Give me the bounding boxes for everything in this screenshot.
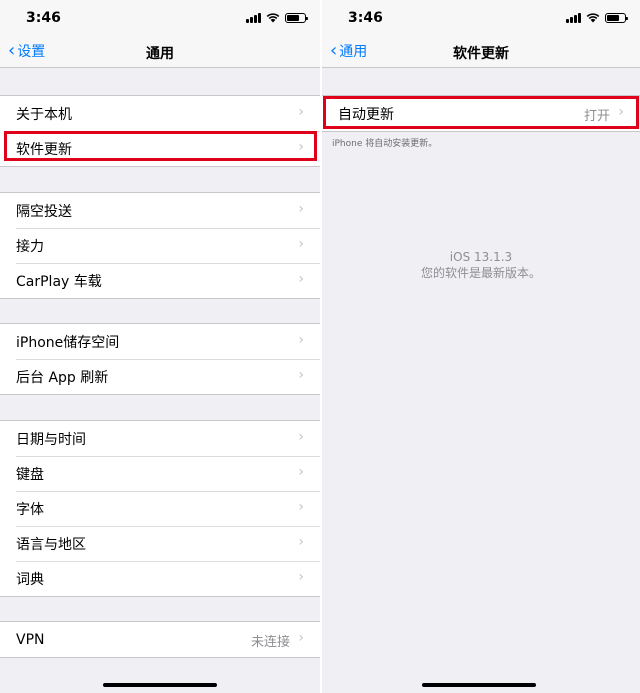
row-label: 语言与地区 bbox=[16, 536, 86, 553]
settings-group-storage: iPhone储存空间 › 后台 App 刷新 › bbox=[0, 323, 320, 395]
row-language-region[interactable]: 语言与地区 › bbox=[0, 526, 320, 561]
chevron-right-icon: › bbox=[298, 236, 304, 252]
chevron-right-icon: › bbox=[298, 139, 304, 155]
cellular-signal-icon bbox=[566, 12, 581, 23]
battery-icon bbox=[605, 12, 628, 23]
chevron-right-icon: › bbox=[298, 534, 304, 550]
row-label: VPN bbox=[16, 631, 45, 648]
settings-group-locale: 日期与时间 › 键盘 › 字体 › 语言与地区 › 词典 › bbox=[0, 420, 320, 597]
page-title: 软件更新 bbox=[453, 46, 509, 62]
row-label: 词典 bbox=[16, 571, 44, 588]
cellular-signal-icon bbox=[246, 12, 261, 23]
auto-update-footnote: iPhone 将自动安装更新。 bbox=[332, 139, 438, 149]
navigation-bar: ‹ 通用 软件更新 bbox=[322, 36, 640, 68]
row-airdrop[interactable]: 隔空投送 › bbox=[0, 193, 320, 228]
row-label: CarPlay 车载 bbox=[16, 273, 102, 290]
settings-group-vpn: VPN 未连接 › bbox=[0, 621, 320, 658]
auto-update-value: 打开 bbox=[583, 109, 610, 124]
vpn-status: 未连接 bbox=[250, 635, 290, 650]
status-time: 3:46 bbox=[348, 10, 383, 26]
chevron-right-icon: › bbox=[298, 630, 304, 646]
ios-version: iOS 13.1.3 bbox=[449, 250, 513, 264]
row-carplay[interactable]: CarPlay 车载 › bbox=[0, 263, 320, 298]
chevron-right-icon: › bbox=[298, 464, 304, 480]
version-status: 您的软件是最新版本。 bbox=[420, 266, 541, 280]
row-label: 日期与时间 bbox=[16, 431, 86, 448]
row-label: 自动更新 bbox=[338, 106, 394, 123]
wifi-icon bbox=[266, 13, 280, 23]
row-auto-update[interactable]: 自动更新 打开 › bbox=[322, 96, 640, 131]
row-label: 软件更新 bbox=[16, 141, 72, 158]
home-indicator bbox=[422, 683, 536, 687]
status-icons bbox=[246, 12, 308, 23]
row-fonts[interactable]: 字体 › bbox=[0, 491, 320, 526]
settings-group-auto-update: 自动更新 打开 › bbox=[322, 95, 640, 132]
status-bar: 3:46 bbox=[322, 0, 640, 36]
row-label: 接力 bbox=[16, 238, 44, 255]
software-update-screen: 3:46 ‹ 通用 软件更新 自动更新 打开 › iPhone 将自动安装更新。 bbox=[322, 0, 640, 693]
settings-group-connectivity: 隔空投送 › 接力 › CarPlay 车载 › bbox=[0, 192, 320, 299]
row-keyboard[interactable]: 键盘 › bbox=[0, 456, 320, 491]
row-label: 键盘 bbox=[16, 466, 44, 483]
status-time: 3:46 bbox=[26, 10, 61, 26]
chevron-right-icon: › bbox=[298, 332, 304, 348]
version-info: iOS 13.1.3 您的软件是最新版本。 bbox=[322, 249, 640, 281]
chevron-right-icon: › bbox=[618, 104, 624, 120]
wifi-icon bbox=[586, 13, 600, 23]
row-date-time[interactable]: 日期与时间 › bbox=[0, 421, 320, 456]
row-handoff[interactable]: 接力 › bbox=[0, 228, 320, 263]
row-background-app-refresh[interactable]: 后台 App 刷新 › bbox=[0, 359, 320, 394]
status-bar: 3:46 bbox=[0, 0, 320, 36]
page-title: 通用 bbox=[146, 46, 174, 62]
chevron-right-icon: › bbox=[298, 104, 304, 120]
settings-group-about: 关于本机 › 软件更新 › bbox=[0, 95, 320, 167]
chevron-right-icon: › bbox=[298, 271, 304, 287]
battery-icon bbox=[285, 12, 308, 23]
chevron-right-icon: › bbox=[298, 569, 304, 585]
row-software-update[interactable]: 软件更新 › bbox=[0, 131, 320, 166]
home-indicator bbox=[103, 683, 217, 687]
chevron-right-icon: › bbox=[298, 367, 304, 383]
row-label: 关于本机 bbox=[16, 106, 72, 123]
chevron-right-icon: › bbox=[298, 429, 304, 445]
row-label: 后台 App 刷新 bbox=[16, 369, 109, 386]
chevron-right-icon: › bbox=[298, 499, 304, 515]
row-label: 字体 bbox=[16, 501, 44, 518]
row-vpn[interactable]: VPN 未连接 › bbox=[0, 622, 320, 657]
row-iphone-storage[interactable]: iPhone储存空间 › bbox=[0, 324, 320, 359]
row-about[interactable]: 关于本机 › bbox=[0, 96, 320, 131]
navigation-bar: ‹ 设置 通用 bbox=[0, 36, 320, 68]
row-label: 隔空投送 bbox=[16, 203, 72, 220]
row-dictionary[interactable]: 词典 › bbox=[0, 561, 320, 596]
chevron-right-icon: › bbox=[298, 201, 304, 217]
status-icons bbox=[566, 12, 628, 23]
general-settings-screen: 3:46 ‹ 设置 通用 关于本机 › 软件更新 › 隔空投送 › 接力 › C… bbox=[0, 0, 320, 693]
row-label: iPhone储存空间 bbox=[16, 334, 120, 351]
